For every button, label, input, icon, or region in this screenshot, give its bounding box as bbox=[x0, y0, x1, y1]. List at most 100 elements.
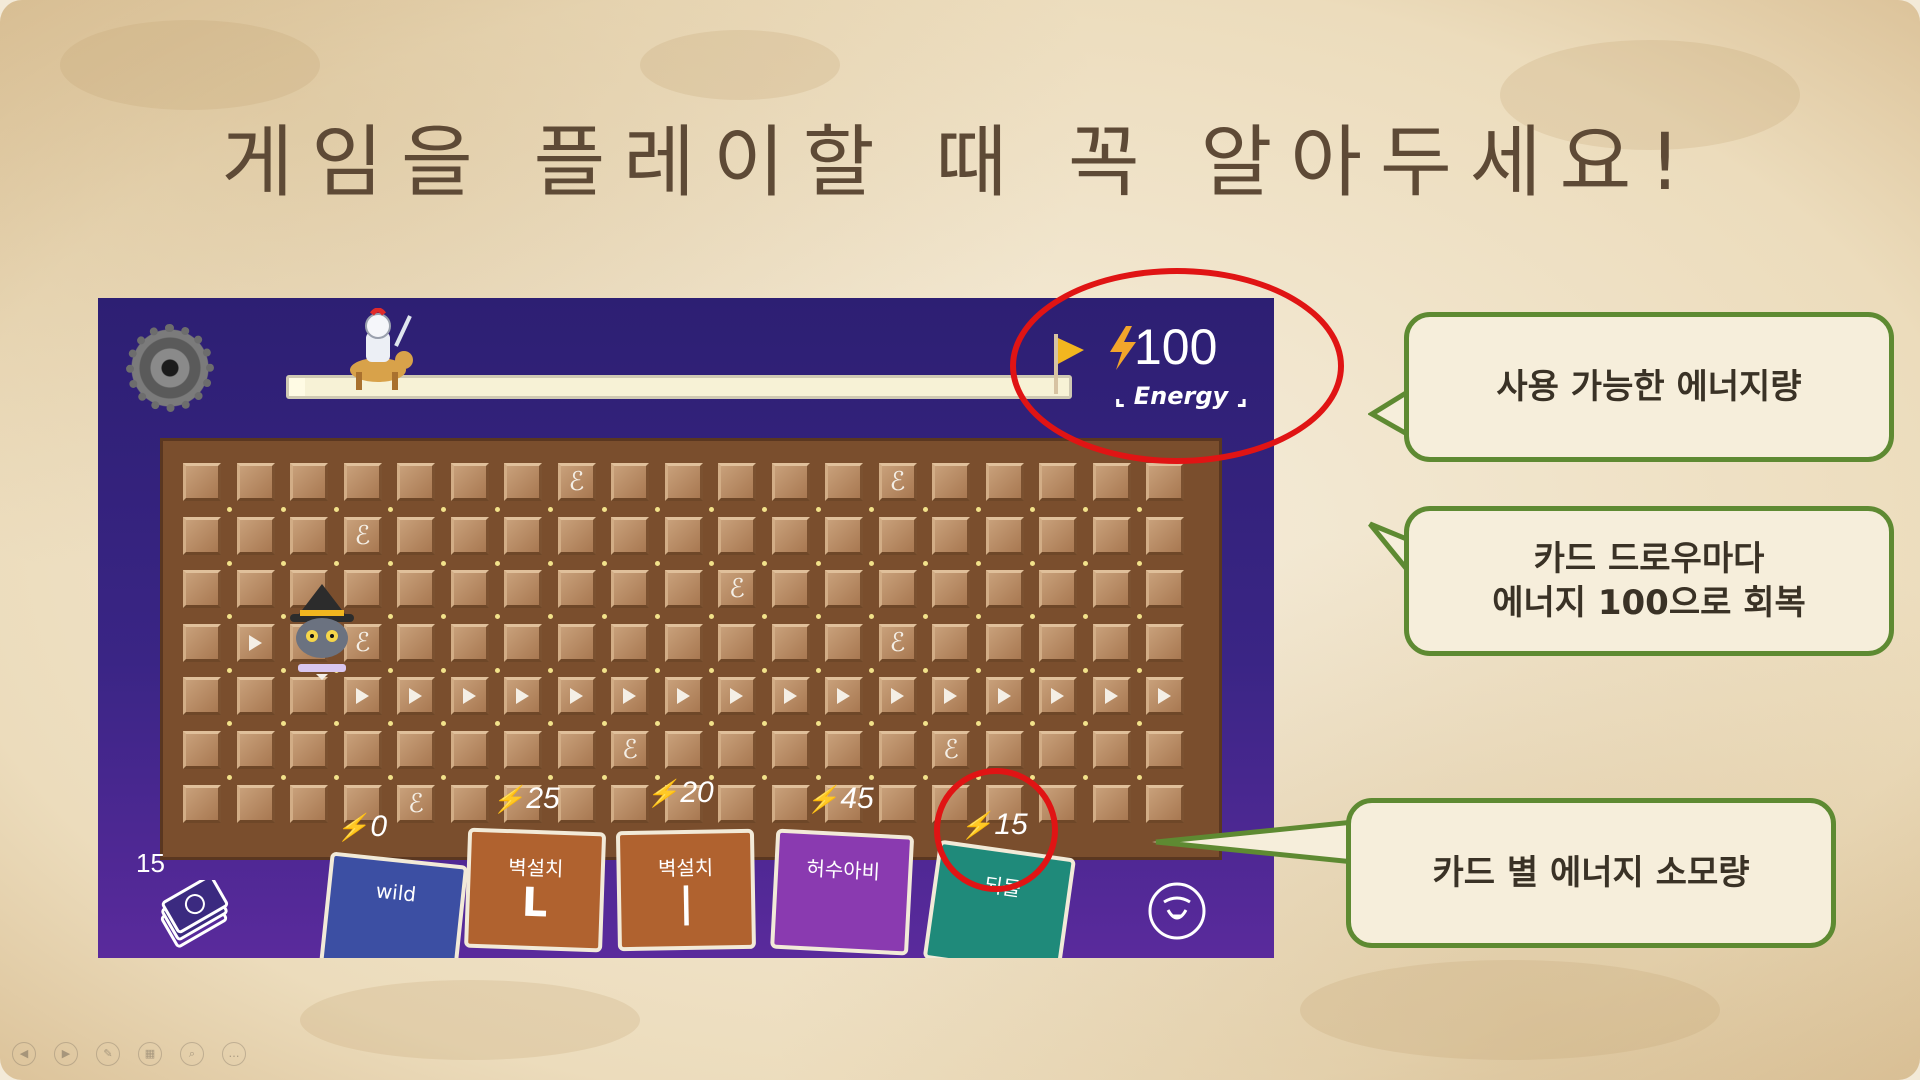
board-cell[interactable] bbox=[450, 516, 489, 555]
board-cell[interactable] bbox=[1092, 784, 1131, 823]
board-cell[interactable] bbox=[985, 463, 1024, 501]
board-cell[interactable] bbox=[664, 570, 703, 609]
board-cell[interactable] bbox=[611, 570, 649, 609]
board-cell[interactable] bbox=[932, 570, 970, 609]
board-cell[interactable] bbox=[1039, 731, 1077, 769]
board-cell[interactable] bbox=[985, 731, 1024, 769]
board-cell[interactable] bbox=[771, 570, 810, 609]
board-cell[interactable] bbox=[932, 516, 970, 555]
board-cell[interactable] bbox=[450, 570, 489, 609]
board-cell[interactable] bbox=[397, 516, 435, 555]
board-cell[interactable] bbox=[1146, 463, 1184, 501]
more-options-icon[interactable]: … bbox=[222, 1042, 246, 1066]
board-cell[interactable] bbox=[611, 784, 649, 823]
previous-slide-icon[interactable]: ◀ bbox=[12, 1042, 36, 1066]
board-cell[interactable] bbox=[1092, 463, 1131, 501]
board-cell[interactable] bbox=[1146, 623, 1184, 662]
board-cell[interactable] bbox=[825, 516, 863, 555]
board-cell[interactable] bbox=[1092, 570, 1131, 609]
board-cell[interactable] bbox=[985, 516, 1024, 555]
board-cell[interactable] bbox=[557, 731, 596, 769]
board-cell[interactable] bbox=[183, 784, 221, 823]
board-cell[interactable] bbox=[771, 784, 810, 823]
board-cell[interactable] bbox=[343, 463, 382, 501]
board-cell[interactable] bbox=[1092, 516, 1131, 555]
board-cell[interactable] bbox=[397, 623, 435, 662]
board-cell[interactable] bbox=[290, 516, 328, 555]
board-cell[interactable] bbox=[504, 516, 542, 555]
board-cell[interactable] bbox=[985, 623, 1024, 662]
board-cell[interactable] bbox=[183, 623, 221, 662]
board-cell[interactable] bbox=[878, 570, 917, 609]
board-cell[interactable] bbox=[236, 570, 275, 609]
board-cell[interactable] bbox=[932, 463, 970, 501]
board-cell[interactable] bbox=[1039, 463, 1077, 501]
board-cell[interactable] bbox=[450, 784, 489, 823]
board-cell[interactable] bbox=[718, 516, 756, 555]
board-cell[interactable] bbox=[290, 731, 328, 769]
board-cell[interactable] bbox=[1146, 570, 1184, 609]
card[interactable]: wild bbox=[318, 851, 469, 958]
board-cell[interactable] bbox=[932, 623, 970, 662]
board-cell[interactable] bbox=[1146, 516, 1184, 555]
board-cell[interactable] bbox=[504, 463, 542, 501]
board-cell[interactable] bbox=[718, 731, 756, 769]
board-cell[interactable] bbox=[504, 623, 542, 662]
board-cell[interactable] bbox=[290, 463, 328, 501]
pen-icon[interactable]: ✎ bbox=[96, 1042, 120, 1066]
board-cell[interactable] bbox=[718, 784, 756, 823]
board-cell[interactable] bbox=[183, 731, 221, 769]
board-cell[interactable] bbox=[985, 570, 1024, 609]
board-cell[interactable] bbox=[183, 516, 221, 555]
board-cell[interactable] bbox=[183, 463, 221, 501]
board-cell[interactable] bbox=[236, 677, 275, 716]
board-cell[interactable] bbox=[611, 463, 649, 501]
board-cell[interactable] bbox=[557, 516, 596, 555]
board-cell[interactable] bbox=[1039, 516, 1077, 555]
board-cell[interactable] bbox=[397, 570, 435, 609]
board-cell[interactable] bbox=[450, 623, 489, 662]
board-cell[interactable] bbox=[1039, 570, 1077, 609]
card[interactable]: 허수아비 bbox=[770, 828, 915, 956]
board-cell[interactable] bbox=[183, 677, 221, 716]
board-cell[interactable] bbox=[236, 784, 275, 823]
board-cell[interactable] bbox=[771, 731, 810, 769]
board-cell[interactable] bbox=[343, 731, 382, 769]
board-cell[interactable] bbox=[504, 731, 542, 769]
cat-rune-icon[interactable] bbox=[1146, 880, 1208, 942]
board-cell[interactable] bbox=[878, 516, 917, 555]
board-cell[interactable] bbox=[825, 731, 863, 769]
next-slide-icon[interactable]: ▶ bbox=[54, 1042, 78, 1066]
board-cell[interactable] bbox=[878, 784, 917, 823]
board-cell[interactable] bbox=[557, 784, 596, 823]
board-cell[interactable] bbox=[1146, 731, 1184, 769]
board-cell[interactable] bbox=[183, 570, 221, 609]
board-cell[interactable] bbox=[397, 731, 435, 769]
board-cell[interactable] bbox=[825, 623, 863, 662]
board-cell[interactable] bbox=[611, 623, 649, 662]
board-cell[interactable] bbox=[504, 570, 542, 609]
board-cell[interactable] bbox=[450, 731, 489, 769]
board-cell[interactable] bbox=[611, 516, 649, 555]
board-cell[interactable] bbox=[1092, 623, 1131, 662]
board-cell[interactable] bbox=[664, 463, 703, 501]
board-cell[interactable] bbox=[825, 463, 863, 501]
board-cell[interactable] bbox=[236, 516, 275, 555]
board-cell[interactable] bbox=[718, 463, 756, 501]
card[interactable]: 벽설치 L bbox=[464, 827, 607, 953]
slides-grid-icon[interactable]: ▦ bbox=[138, 1042, 162, 1066]
board-cell[interactable] bbox=[557, 623, 596, 662]
board-cell[interactable] bbox=[1039, 623, 1077, 662]
board-cell[interactable] bbox=[771, 463, 810, 501]
gear-icon[interactable] bbox=[126, 324, 214, 412]
board-cell[interactable] bbox=[878, 731, 917, 769]
board-cell[interactable] bbox=[236, 463, 275, 501]
card[interactable]: 벽설치 | bbox=[615, 828, 756, 952]
board-cell[interactable] bbox=[450, 463, 489, 501]
zoom-icon[interactable]: ⌕ bbox=[180, 1042, 204, 1066]
board-cell[interactable] bbox=[1092, 731, 1131, 769]
board-cell[interactable] bbox=[664, 623, 703, 662]
board-cell[interactable] bbox=[718, 623, 756, 662]
board-cell[interactable] bbox=[664, 516, 703, 555]
board-cell[interactable] bbox=[771, 516, 810, 555]
